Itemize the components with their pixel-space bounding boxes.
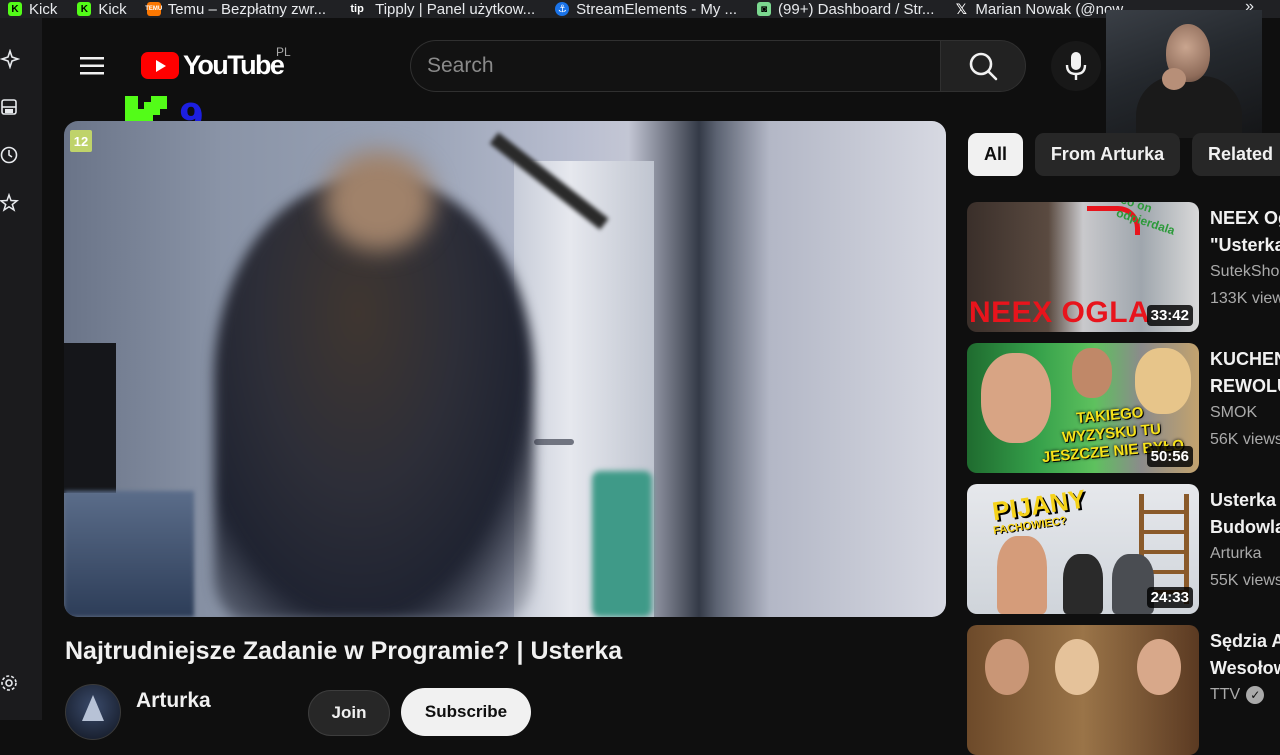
region-code: PL	[276, 45, 291, 59]
kick-icon: K	[77, 2, 92, 16]
youtube-logo[interactable]: YouTube	[141, 50, 285, 81]
history-icon[interactable]	[0, 145, 20, 165]
video-thumbnail[interactable]: PIJANY FACHOWIEC? 24:33	[967, 484, 1199, 614]
bookmark-label: Tipply | Panel użytkow...	[375, 0, 536, 18]
view-count: 56K views	[1210, 431, 1280, 448]
view-count: 133K view	[1210, 290, 1280, 307]
recommendation-item[interactable]: PIJANY FACHOWIEC? 24:33 Usterka Budowla …	[967, 484, 1280, 614]
recommendation-item[interactable]: Sędzia A Wesołow TTV ✓	[967, 625, 1280, 755]
duration-badge: 50:56	[1146, 446, 1193, 467]
video-thumbnail[interactable]: TAKIEGO WYZYSKU TU JESZCZE NIE BYŁO 50:5…	[967, 343, 1199, 473]
browser-side-rail	[0, 18, 42, 720]
recommendation-title[interactable]: NEEX Og "Usterka	[1210, 205, 1280, 259]
join-button[interactable]: Join	[308, 690, 390, 736]
search-button[interactable]	[940, 40, 1026, 92]
title-line: KUCHEN	[1210, 349, 1280, 369]
tipply-icon: tip	[350, 3, 364, 15]
chip-from-arturka[interactable]: From Arturka	[1035, 133, 1180, 176]
age-rating-badge: 12	[70, 130, 92, 152]
verified-check-icon: ✓	[1246, 686, 1265, 704]
video-thumbnail[interactable]	[967, 625, 1199, 755]
recommendation-channel[interactable]: SutekSho	[1210, 263, 1279, 281]
title-line: REWOLU	[1210, 376, 1280, 396]
title-line: Sędzia A	[1210, 631, 1280, 651]
bookmark-label: StreamElements - My ...	[576, 0, 738, 18]
webcam-overlay	[1106, 10, 1262, 138]
voice-search-button[interactable]	[1051, 41, 1101, 91]
video-title: Najtrudniejsze Zadanie w Programie? | Us…	[65, 637, 623, 665]
title-line: "Usterka	[1210, 235, 1280, 255]
recommendation-channel[interactable]: Arturka	[1210, 545, 1262, 563]
recommendation-channel[interactable]: SMOK	[1210, 404, 1257, 422]
chip-all[interactable]: All	[968, 133, 1023, 176]
recommendation-title[interactable]: Sędzia A Wesołow	[1210, 628, 1280, 682]
video-player[interactable]	[64, 121, 946, 617]
favorites-star-icon[interactable]	[0, 192, 20, 213]
video-thumbnail[interactable]: co on odpierdala NEEX OGLA 33:42	[967, 202, 1199, 332]
streamelements-icon: ⚓	[555, 2, 570, 16]
duration-badge: 24:33	[1146, 587, 1193, 608]
recommendation-channel[interactable]: TTV ✓	[1210, 686, 1265, 704]
microphone-icon	[1065, 52, 1087, 80]
channel-label: TTV	[1210, 686, 1241, 703]
youtube-play-icon	[141, 52, 179, 79]
bookmark-streamelements[interactable]: ⚓ StreamElements - My ...	[555, 1, 737, 18]
channel-label: Arturka	[1210, 545, 1262, 562]
twitch-icon: ◙	[757, 2, 772, 16]
bookmark-label: Temu – Bezpłatny zwr...	[167, 0, 327, 18]
kick-icon: K	[8, 2, 22, 16]
search-box	[410, 40, 940, 92]
temu-icon: TEMU	[145, 2, 162, 16]
bookmark-label: (99+) Dashboard / Str...	[778, 0, 935, 18]
chip-related[interactable]: Related	[1192, 133, 1280, 176]
recommendation-title[interactable]: Usterka Budowla	[1210, 487, 1280, 541]
menu-button[interactable]	[78, 52, 106, 80]
recommendation-item[interactable]: TAKIEGO WYZYSKU TU JESZCZE NIE BYŁO 50:5…	[967, 343, 1280, 473]
title-line: Wesołow	[1210, 658, 1280, 678]
title-line: Budowla	[1210, 517, 1280, 537]
channel-label: SMOK	[1210, 404, 1258, 421]
sparkle-icon[interactable]	[0, 48, 21, 70]
bookmark-kick-2[interactable]: K Kick	[77, 0, 127, 18]
bookmark-kick-1[interactable]: K Kick	[8, 1, 57, 18]
channel-avatar[interactable]	[65, 684, 121, 740]
bookmark-label: Kick	[98, 0, 127, 18]
settings-gear-icon[interactable]	[0, 673, 20, 693]
hamburger-menu-icon	[80, 57, 104, 75]
title-line: NEEX Og	[1210, 208, 1280, 228]
bookmark-tipply[interactable]: tip Tipply | Panel użytkow...	[346, 1, 535, 18]
thumbnail-caption: co on odpierdala	[1114, 202, 1177, 238]
channel-label: SutekSho	[1210, 263, 1280, 280]
view-count: 55K views	[1210, 572, 1280, 589]
thumbnail-text: NEEX OGLA	[969, 296, 1151, 329]
title-line: Usterka	[1210, 490, 1277, 510]
bookmark-temu[interactable]: TEMU Temu – Bezpłatny zwr...	[145, 0, 327, 18]
channel-name[interactable]: Arturka	[136, 689, 211, 713]
x-icon: 𝕏	[955, 0, 968, 17]
bookmarks-bar: K Kick K Kick TEMU Temu – Bezpłatny zwr.…	[0, 0, 1280, 18]
bookmark-dashboard[interactable]: ◙ (99+) Dashboard / Str...	[757, 1, 934, 18]
search-icon	[969, 52, 998, 81]
save-page-icon[interactable]	[0, 97, 20, 117]
subscribe-button[interactable]: Subscribe	[401, 688, 531, 736]
recommendation-title[interactable]: KUCHEN REWOLU	[1210, 346, 1280, 400]
search-input[interactable]	[425, 53, 929, 79]
duration-badge: 33:42	[1146, 305, 1193, 326]
recommendation-item[interactable]: co on odpierdala NEEX OGLA 33:42 NEEX Og…	[967, 202, 1280, 332]
bookmark-label: Kick	[29, 0, 58, 18]
youtube-wordmark: YouTube	[183, 50, 285, 80]
